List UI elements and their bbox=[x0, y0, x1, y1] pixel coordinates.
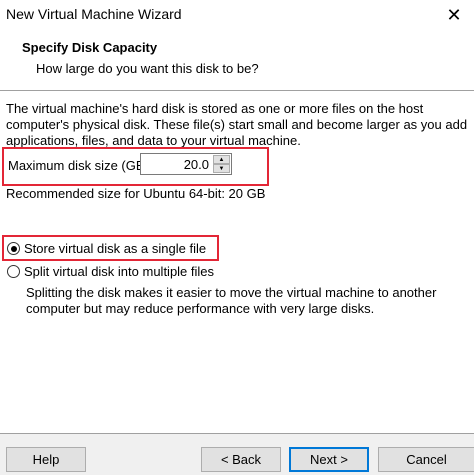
page-subtitle: How large do you want this disk to be? bbox=[36, 61, 259, 76]
window-title: New Virtual Machine Wizard bbox=[6, 6, 182, 22]
split-note: Splitting the disk makes it easier to mo… bbox=[26, 285, 437, 316]
back-button[interactable]: < Back bbox=[201, 447, 281, 472]
disk-description: The virtual machine's hard disk is store… bbox=[6, 101, 468, 148]
radio-single-file-label[interactable]: Store virtual disk as a single file bbox=[24, 241, 206, 256]
wizard-header: Specify Disk Capacity How large do you w… bbox=[0, 30, 474, 90]
increment-icon[interactable]: ▲ bbox=[213, 155, 230, 164]
radio-unselected-icon[interactable] bbox=[7, 265, 20, 278]
help-button[interactable]: Help bbox=[6, 447, 86, 472]
cancel-button[interactable]: Cancel bbox=[378, 447, 474, 472]
max-disk-size-stepper[interactable]: 20.0 ▲ ▼ bbox=[140, 153, 232, 175]
radio-selected-icon[interactable] bbox=[7, 242, 20, 255]
page-title: Specify Disk Capacity bbox=[22, 40, 158, 55]
radio-split-files-label[interactable]: Split virtual disk into multiple files bbox=[24, 264, 214, 279]
decrement-icon[interactable]: ▼ bbox=[213, 164, 230, 173]
wizard-content: The virtual machine's hard disk is store… bbox=[0, 91, 474, 431]
max-disk-size-label: Maximum disk size (GB): bbox=[8, 158, 153, 173]
next-button[interactable]: Next > bbox=[289, 447, 369, 472]
max-disk-size-value[interactable]: 20.0 bbox=[184, 157, 209, 172]
recommended-size-text: Recommended size for Ubuntu 64-bit: 20 G… bbox=[6, 186, 266, 201]
radio-split-files[interactable]: Split virtual disk into multiple files bbox=[7, 264, 214, 279]
title-bar: New Virtual Machine Wizard ✕ bbox=[0, 0, 474, 30]
radio-single-file[interactable]: Store virtual disk as a single file bbox=[7, 241, 206, 256]
close-icon[interactable]: ✕ bbox=[434, 0, 474, 30]
wizard-footer: Help < Back Next > Cancel bbox=[0, 434, 474, 475]
